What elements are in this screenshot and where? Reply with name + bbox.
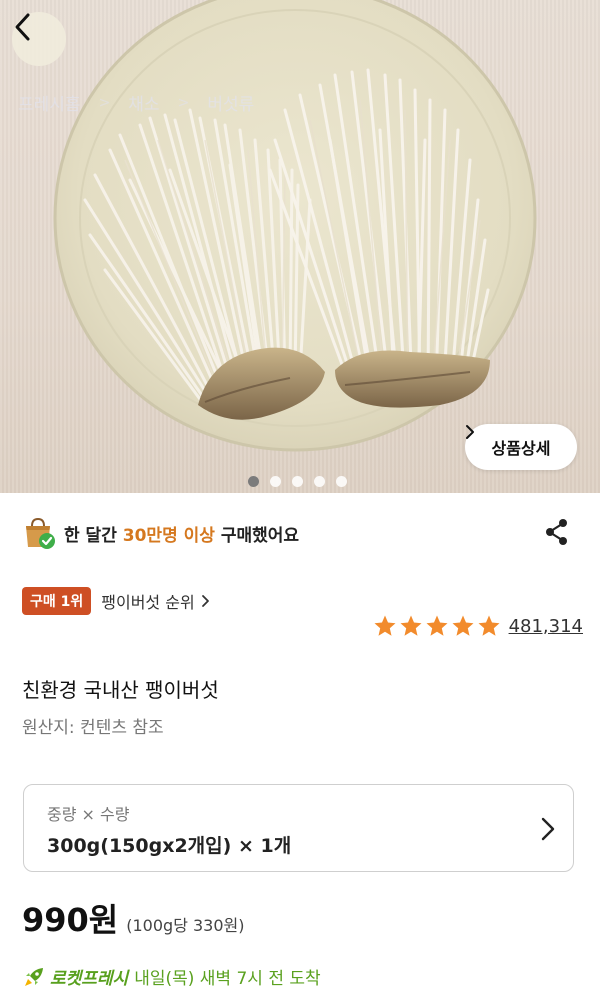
price-row: 990원 (100g당 330원): [22, 895, 245, 941]
star-icon: [374, 615, 396, 636]
delivery-eta: 내일(목) 새벽 7시 전 도착: [134, 969, 321, 989]
star-icon: [426, 615, 448, 636]
breadcrumb: 프레시홈 > 채소 > 버섯류: [18, 90, 254, 116]
purchase-stat-suffix: 구매했어요: [220, 525, 300, 546]
rank-link-label: 팽이버섯 순위: [101, 593, 195, 612]
star-icon: [478, 615, 500, 636]
carousel-dot[interactable]: [314, 476, 325, 487]
carousel-indicator: [248, 476, 347, 487]
rank-badge: 구매 1위: [22, 587, 92, 615]
purchase-stat-highlight: 30만명 이상: [122, 525, 215, 546]
carousel-dot[interactable]: [292, 476, 303, 487]
price: 990원: [22, 901, 119, 939]
star-icon: [452, 615, 474, 636]
chevron-right-icon: [541, 817, 555, 841]
review-count[interactable]: 481,314: [509, 616, 583, 637]
chevron-right-icon: [201, 595, 209, 607]
purchase-stat-prefix: 한 달간: [64, 525, 117, 546]
share-icon[interactable]: [542, 517, 572, 547]
breadcrumb-separator-icon: >: [177, 94, 190, 111]
unit-price: (100g당 330원): [126, 916, 245, 935]
product-image[interactable]: 프레시홈 > 채소 > 버섯류 상품상세: [0, 0, 600, 493]
back-button[interactable]: [12, 12, 66, 66]
option-value: 300g(150gx2개입) × 1개: [47, 835, 292, 857]
product-detail-button[interactable]: 상품상세: [465, 424, 577, 470]
breadcrumb-item[interactable]: 채소: [128, 90, 159, 115]
delivery-info: 로켓프레시 내일(목) 새벽 7시 전 도착: [22, 964, 321, 989]
breadcrumb-item[interactable]: 프레시홈: [18, 90, 81, 115]
rank-row: 구매 1위 팽이버섯 순위: [22, 587, 210, 615]
breadcrumb-item[interactable]: 버섯류: [207, 90, 254, 115]
carousel-dot[interactable]: [270, 476, 281, 487]
product-title: 친환경 국내산 팽이버섯: [22, 678, 219, 702]
rank-link[interactable]: 팽이버섯 순위: [101, 589, 209, 613]
product-origin: 원산지: 컨텐츠 참조: [22, 718, 164, 738]
option-selector[interactable]: 중량 × 수량 300g(150gx2개입) × 1개: [23, 784, 574, 872]
option-label: 중량 × 수량: [47, 805, 130, 824]
rating-row[interactable]: 481,314: [373, 614, 583, 638]
chevron-left-icon: [15, 13, 30, 41]
shopping-bag-check-icon: [26, 517, 55, 549]
carousel-dot[interactable]: [248, 476, 259, 487]
rocket-fresh-label: 로켓프레시: [50, 969, 129, 989]
rocket-icon: [25, 967, 43, 986]
product-detail-label: 상품상세: [491, 439, 551, 458]
star-rating: [373, 614, 501, 638]
breadcrumb-separator-icon: >: [98, 94, 111, 111]
chevron-right-icon: [466, 425, 474, 439]
carousel-dot[interactable]: [336, 476, 347, 487]
star-icon: [400, 615, 422, 636]
purchase-stat-row: 한 달간 30만명 이상 구매했어요: [22, 515, 578, 551]
purchase-stat-text: 한 달간 30만명 이상 구매했어요: [64, 521, 299, 546]
enoki-mushroom-photo: [53, 0, 537, 452]
